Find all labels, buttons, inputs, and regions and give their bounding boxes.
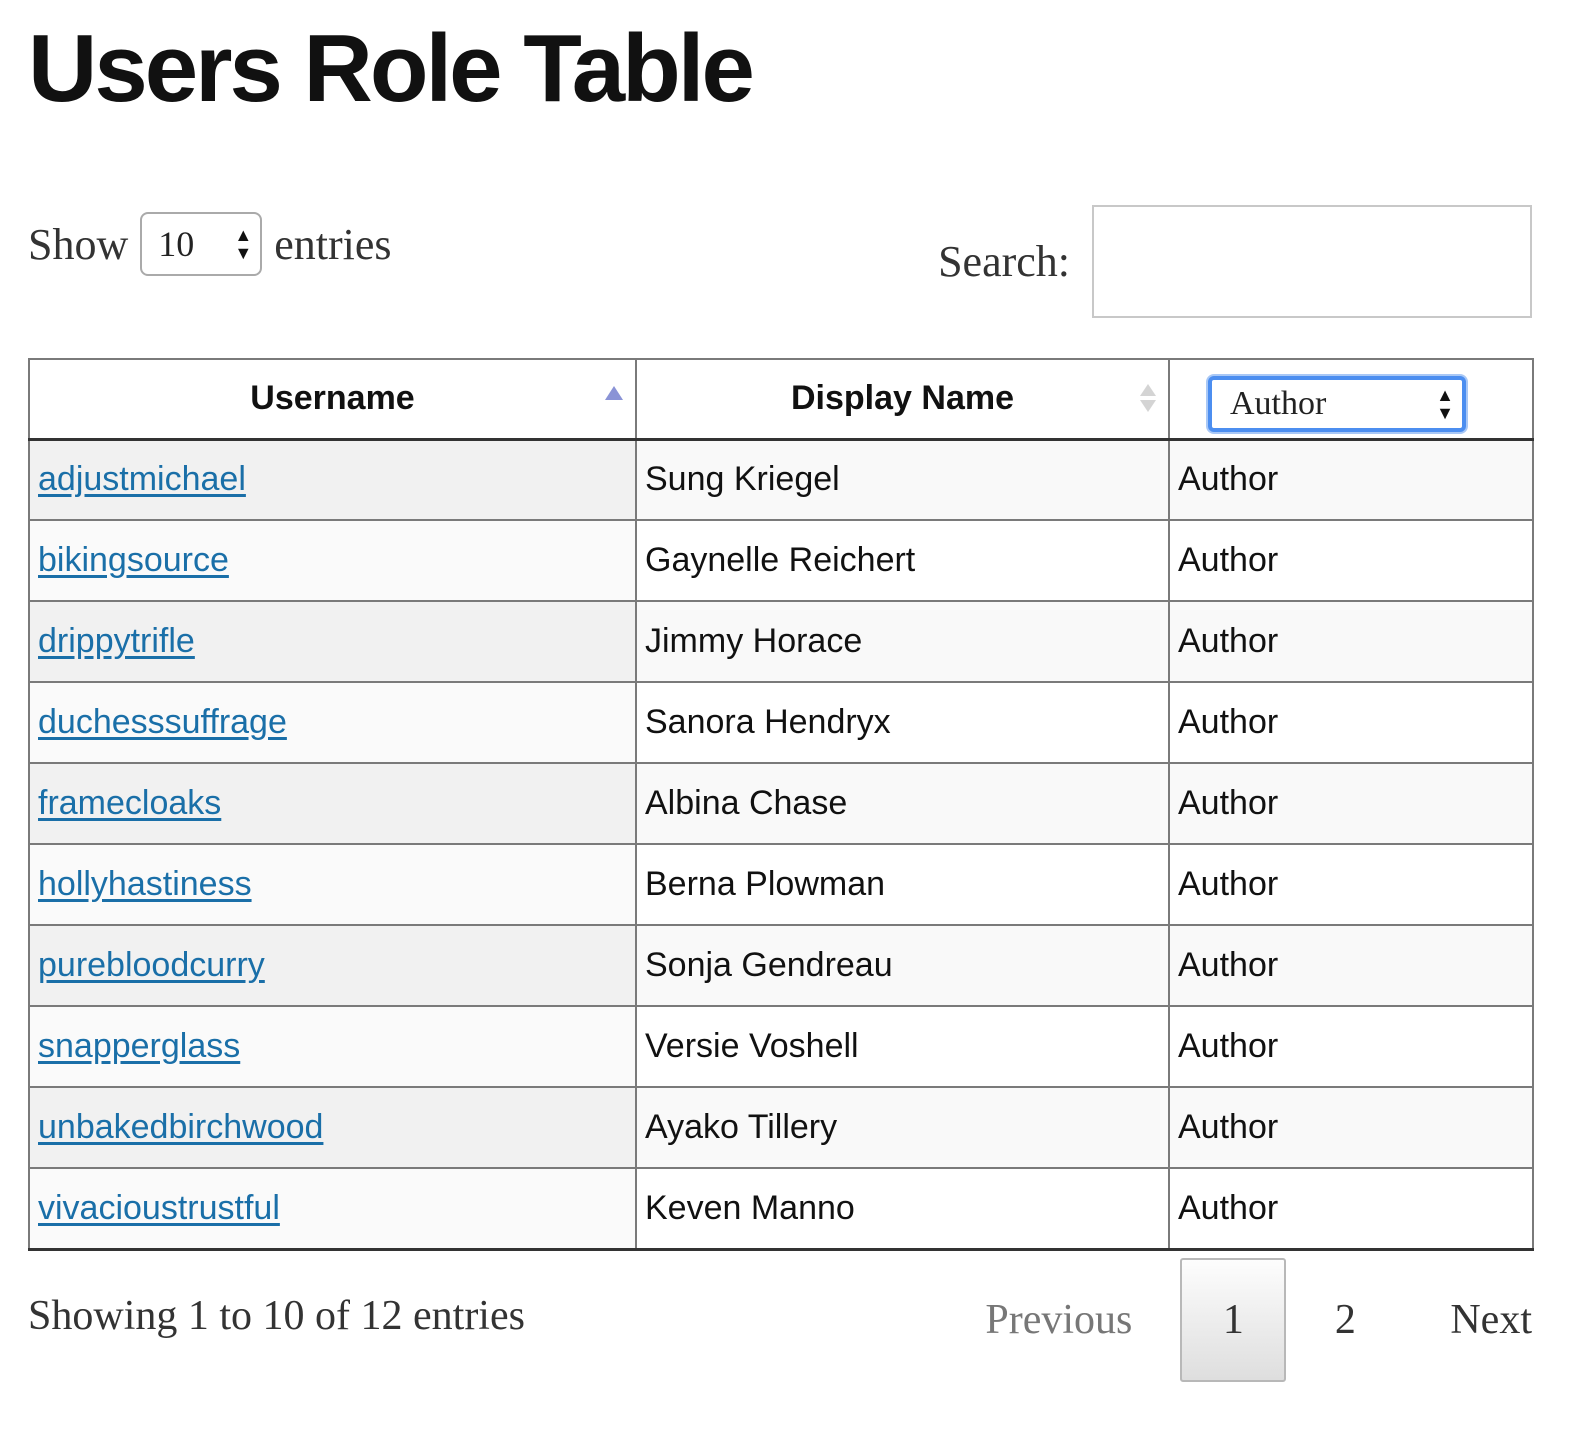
role-cell: Author [1168, 1086, 1534, 1169]
display-name-cell: Gaynelle Reichert [635, 519, 1170, 602]
display-name-cell: Sanora Hendryx [635, 681, 1170, 764]
username-cell: framecloaks [28, 762, 637, 845]
table-row: vivacioustrustful Keven Manno Author [28, 1167, 1534, 1251]
username-link[interactable]: drippytrifle [38, 622, 195, 660]
sort-both-icon [1140, 384, 1156, 412]
select-arrows-icon: ▲ ▼ [234, 225, 253, 263]
username-cell: purebloodcurry [28, 924, 637, 1007]
username-link[interactable]: adjustmichael [38, 460, 246, 498]
username-cell: drippytrifle [28, 600, 637, 683]
username-cell: hollyhastiness [28, 843, 637, 926]
username-link[interactable]: unbakedbirchwood [38, 1108, 323, 1146]
previous-page-button[interactable]: Previous [985, 1296, 1132, 1344]
display-name-column-header[interactable]: Display Name [635, 358, 1170, 440]
role-cell: Author [1168, 762, 1534, 845]
username-link[interactable]: purebloodcurry [38, 946, 265, 984]
pagination: Previous 1 2 Next [985, 1258, 1532, 1382]
display-name-cell: Albina Chase [635, 762, 1170, 845]
display-name-header-label: Display Name [791, 379, 1014, 418]
table-header-row: Username Display Name Author ▲ ▼ [28, 358, 1534, 440]
sort-ascending-icon [605, 386, 623, 400]
entries-per-page-value: 10 [158, 224, 195, 264]
table-row: purebloodcurry Sonja Gendreau Author [28, 924, 1534, 1007]
table-row: adjustmichael Sung Kriegel Author [28, 438, 1534, 521]
username-link[interactable]: duchesssuffrage [38, 703, 287, 741]
entries-per-page-select[interactable]: 10 ▲ ▼ [140, 212, 263, 276]
table-info: Showing 1 to 10 of 12 entries [28, 1293, 525, 1339]
page-title: Users Role Table [28, 15, 755, 122]
role-column-header: Author ▲ ▼ [1168, 358, 1534, 440]
next-page-button[interactable]: Next [1450, 1296, 1532, 1344]
username-cell: unbakedbirchwood [28, 1086, 637, 1169]
role-cell: Author [1168, 843, 1534, 926]
role-cell: Author [1168, 681, 1534, 764]
username-link[interactable]: snapperglass [38, 1027, 240, 1065]
search-input[interactable] [1092, 205, 1532, 318]
username-link[interactable]: framecloaks [38, 784, 221, 822]
display-name-cell: Versie Voshell [635, 1005, 1170, 1088]
display-name-cell: Jimmy Horace [635, 600, 1170, 683]
role-cell: Author [1168, 600, 1534, 683]
username-link[interactable]: bikingsource [38, 541, 229, 579]
table-row: bikingsource Gaynelle Reichert Author [28, 519, 1534, 602]
search-label: Search: [938, 237, 1070, 286]
page-1-button[interactable]: 1 [1180, 1258, 1287, 1382]
role-cell: Author [1168, 924, 1534, 1007]
search-control: Search: [938, 205, 1532, 318]
table-row: hollyhastiness Berna Plowman Author [28, 843, 1534, 926]
role-cell: Author [1168, 438, 1534, 521]
display-name-cell: Keven Manno [635, 1167, 1170, 1251]
show-label: Show [28, 219, 129, 269]
table-row: snapperglass Versie Voshell Author [28, 1005, 1534, 1088]
username-cell: snapperglass [28, 1005, 637, 1088]
display-name-cell: Ayako Tillery [635, 1086, 1170, 1169]
page-2-button[interactable]: 2 [1286, 1296, 1404, 1344]
table-row: drippytrifle Jimmy Horace Author [28, 600, 1534, 683]
username-cell: vivacioustrustful [28, 1167, 637, 1251]
select-arrows-icon: ▲ ▼ [1436, 385, 1454, 423]
entries-length-control: Show 10 ▲ ▼ entries [28, 212, 392, 276]
username-link[interactable]: vivacioustrustful [38, 1189, 280, 1227]
role-cell: Author [1168, 1167, 1534, 1251]
display-name-cell: Sonja Gendreau [635, 924, 1170, 1007]
role-filter-select[interactable]: Author ▲ ▼ [1208, 376, 1466, 432]
role-cell: Author [1168, 519, 1534, 602]
role-cell: Author [1168, 1005, 1534, 1088]
username-cell: bikingsource [28, 519, 637, 602]
table-row: framecloaks Albina Chase Author [28, 762, 1534, 845]
entries-label: entries [274, 219, 392, 269]
display-name-cell: Sung Kriegel [635, 438, 1170, 521]
username-link[interactable]: hollyhastiness [38, 865, 252, 903]
role-filter-value: Author [1230, 385, 1327, 422]
username-column-header[interactable]: Username [28, 358, 637, 440]
username-cell: adjustmichael [28, 438, 637, 521]
username-cell: duchesssuffrage [28, 681, 637, 764]
username-header-label: Username [250, 379, 415, 418]
table-row: unbakedbirchwood Ayako Tillery Author [28, 1086, 1534, 1169]
table-row: duchesssuffrage Sanora Hendryx Author [28, 681, 1534, 764]
users-role-table: Username Display Name Author ▲ ▼ adjustmi… [28, 358, 1534, 1251]
display-name-cell: Berna Plowman [635, 843, 1170, 926]
